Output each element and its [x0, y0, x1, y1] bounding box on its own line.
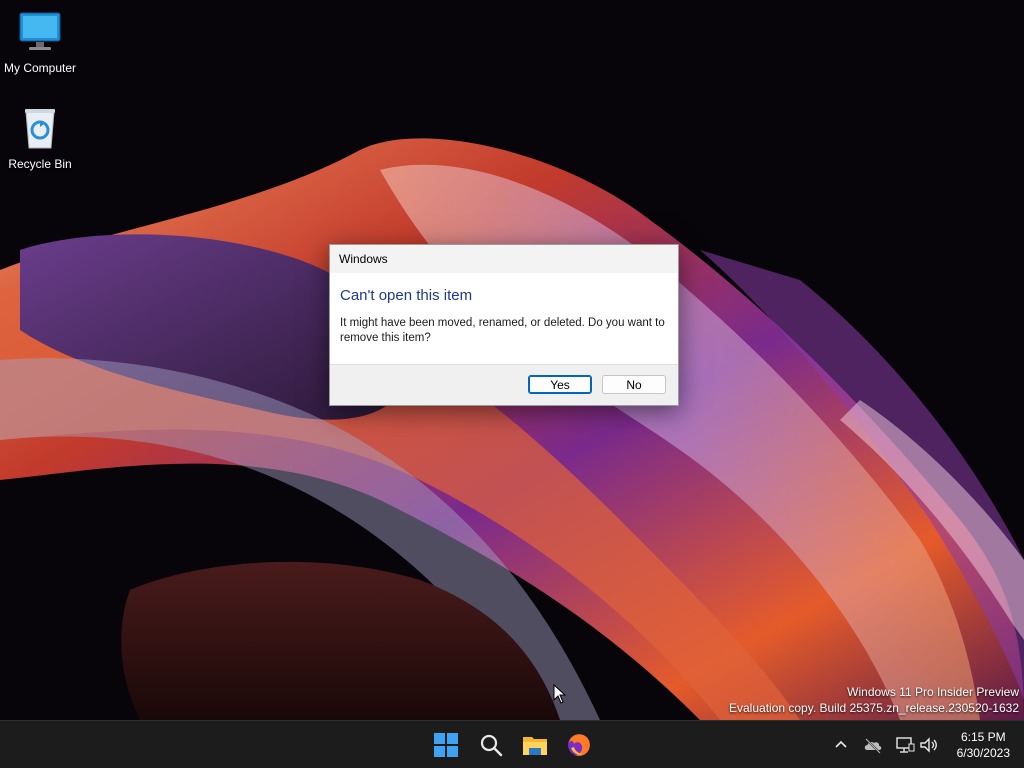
- chevron-up-icon[interactable]: [829, 733, 853, 757]
- firefox-icon[interactable]: [563, 729, 595, 761]
- dialog-heading: Can't open this item: [340, 287, 473, 304]
- no-button[interactable]: No: [602, 375, 666, 394]
- monitor-icon: [19, 12, 61, 50]
- dialog-title: Windows: [330, 245, 678, 273]
- clock-date: 6/30/2023: [956, 746, 1010, 760]
- dialog-message: It might have been moved, renamed, or de…: [340, 317, 665, 344]
- desktop-icon-my-computer[interactable]: My Computer: [0, 8, 80, 75]
- watermark-line-1: Windows 11 Pro Insider Preview: [847, 685, 1019, 699]
- desktop-icon-label: Recycle Bin: [8, 157, 72, 171]
- taskbar: 6:15 PM 6/30/2023: [0, 720, 1024, 768]
- clock-time: 6:15 PM: [960, 730, 1006, 744]
- system-clock[interactable]: 6:15 PM 6/30/2023: [957, 729, 1010, 761]
- desktop-icon-label: My Computer: [3, 61, 77, 75]
- search-icon[interactable]: [475, 729, 507, 761]
- windows-start-icon[interactable]: [430, 729, 462, 761]
- yes-button[interactable]: Yes: [528, 375, 592, 394]
- desktop-icon-recycle-bin[interactable]: Recycle Bin: [0, 104, 80, 171]
- folder-icon[interactable]: [519, 729, 551, 761]
- dialog-body: Can't open this item It might have been …: [330, 273, 678, 365]
- network-icon[interactable]: [893, 733, 917, 757]
- watermark-line-2: Evaluation copy. Build 25375.zn_release.…: [729, 701, 1019, 715]
- mouse-cursor-icon: [553, 684, 567, 704]
- error-dialog: Windows Can't open this item It might ha…: [329, 244, 679, 406]
- cloud-offline-icon[interactable]: [861, 733, 885, 757]
- volume-icon[interactable]: [917, 733, 941, 757]
- dialog-footer: Yes No: [330, 364, 678, 405]
- recycle-bin-icon: [25, 109, 55, 149]
- evaluation-watermark: Windows 11 Pro Insider Preview Evaluatio…: [729, 684, 1019, 716]
